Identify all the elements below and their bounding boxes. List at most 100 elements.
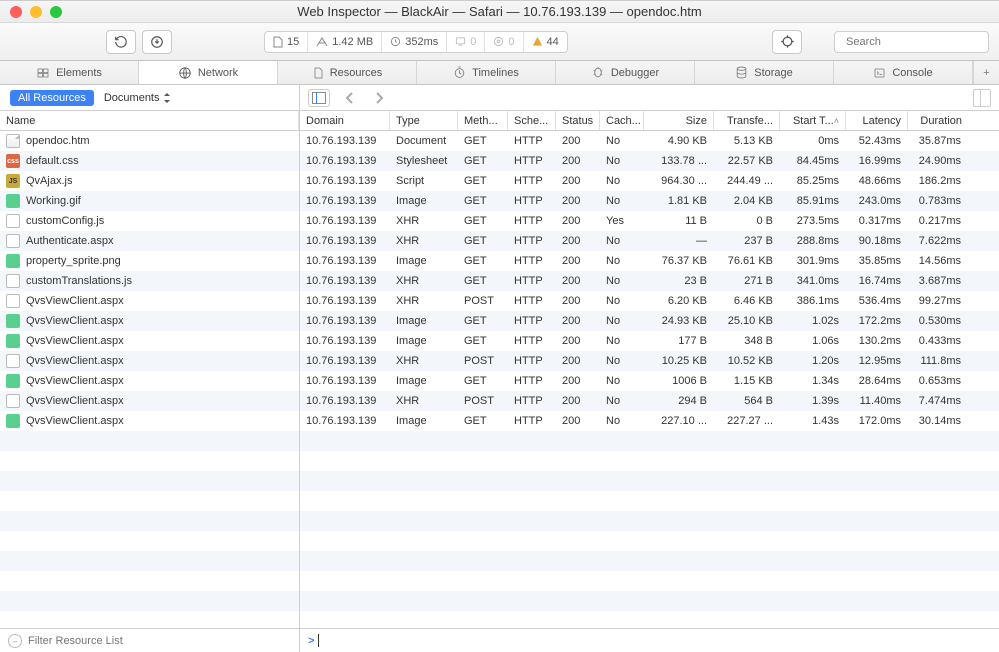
file-icon xyxy=(6,374,20,388)
file-name: default.css xyxy=(26,155,79,167)
col-start[interactable]: Start T... xyxy=(780,111,846,130)
table-row[interactable]: 10.76.193.139ImageGETHTTP200No227.10 ...… xyxy=(300,411,999,431)
file-icon xyxy=(6,354,20,368)
table-row[interactable]: 10.76.193.139XHRGETHTTP200No23 B271 B341… xyxy=(300,271,999,291)
table-row[interactable] xyxy=(300,531,999,551)
col-scheme[interactable]: Sche... xyxy=(508,111,556,130)
table-row[interactable]: QvsViewClient.aspx xyxy=(0,331,299,351)
table-row[interactable]: customConfig.js xyxy=(0,211,299,231)
table-row[interactable]: 10.76.193.139ImageGETHTTP200No177 B348 B… xyxy=(300,331,999,351)
filter-input[interactable] xyxy=(28,635,291,647)
network-table: Name opendoc.htmcssdefault.cssJSQvAjax.j… xyxy=(0,111,999,628)
download-button[interactable] xyxy=(142,30,172,54)
table-row[interactable]: Authenticate.aspx xyxy=(0,231,299,251)
file-icon xyxy=(6,294,20,308)
file-icon xyxy=(6,274,20,288)
warnings[interactable]: 44 xyxy=(524,32,567,52)
file-icon xyxy=(6,394,20,408)
table-row[interactable]: QvsViewClient.aspx xyxy=(0,351,299,371)
col-domain[interactable]: Domain xyxy=(300,111,390,130)
tab-debugger[interactable]: Debugger xyxy=(556,61,695,84)
col-cached[interactable]: Cach... xyxy=(600,111,644,130)
table-row[interactable] xyxy=(0,431,299,451)
tab-elements[interactable]: Elements xyxy=(0,61,139,84)
tab-console[interactable]: Console xyxy=(834,61,973,84)
col-method[interactable]: Meth... xyxy=(458,111,508,130)
filter-select-documents[interactable]: Documents xyxy=(104,92,171,104)
console-prompt[interactable]: > xyxy=(300,629,999,652)
zoom-window-button[interactable] xyxy=(50,6,62,18)
table-row[interactable]: QvsViewClient.aspx xyxy=(0,411,299,431)
target-button[interactable] xyxy=(772,30,802,54)
search-field[interactable] xyxy=(834,31,989,53)
table-row[interactable] xyxy=(300,551,999,571)
nav-back-button[interactable] xyxy=(338,89,360,107)
col-name[interactable]: Name xyxy=(0,111,299,130)
table-row[interactable]: opendoc.htm xyxy=(0,131,299,151)
table-row[interactable]: 10.76.193.139XHRGETHTTP200Yes11 B0 B273.… xyxy=(300,211,999,231)
col-duration[interactable]: Duration xyxy=(908,111,968,130)
file-name: QvsViewClient.aspx xyxy=(26,315,124,327)
table-row[interactable]: JSQvAjax.js xyxy=(0,171,299,191)
toggle-details-button[interactable] xyxy=(973,89,991,107)
table-row[interactable]: 10.76.193.139XHRGETHTTP200No—237 B288.8m… xyxy=(300,231,999,251)
col-status[interactable]: Status xyxy=(556,111,600,130)
table-row[interactable] xyxy=(0,511,299,531)
table-row[interactable]: 10.76.193.139ScriptGETHTTP200No964.30 ..… xyxy=(300,171,999,191)
new-tab-button[interactable]: + xyxy=(973,61,999,84)
table-row[interactable] xyxy=(0,571,299,591)
table-row[interactable]: Working.gif xyxy=(0,191,299,211)
table-row[interactable]: 10.76.193.139StylesheetGETHTTP200No133.7… xyxy=(300,151,999,171)
tab-network[interactable]: Network xyxy=(139,61,278,84)
reload-button[interactable] xyxy=(106,30,136,54)
table-row[interactable]: 10.76.193.139XHRPOSTHTTP200No294 B564 B1… xyxy=(300,391,999,411)
file-name: QvAjax.js xyxy=(26,175,72,187)
table-row[interactable] xyxy=(300,511,999,531)
filter-chip-all[interactable]: All Resources xyxy=(10,90,94,106)
file-name: Authenticate.aspx xyxy=(26,235,113,247)
close-window-button[interactable] xyxy=(10,6,22,18)
table-row[interactable]: QvsViewClient.aspx xyxy=(0,391,299,411)
toggle-sidebar-button[interactable] xyxy=(308,89,330,107)
table-row[interactable]: QvsViewClient.aspx xyxy=(0,311,299,331)
table-row[interactable]: 10.76.193.139XHRPOSTHTTP200No10.25 KB10.… xyxy=(300,351,999,371)
table-row[interactable]: 10.76.193.139ImageGETHTTP200No1006 B1.15… xyxy=(300,371,999,391)
search-input[interactable] xyxy=(846,36,988,48)
nav-forward-button[interactable] xyxy=(368,89,390,107)
table-row[interactable] xyxy=(0,451,299,471)
table-row[interactable] xyxy=(300,471,999,491)
table-row[interactable]: 10.76.193.139ImageGETHTTP200No1.81 KB2.0… xyxy=(300,191,999,211)
table-row[interactable]: 10.76.193.139ImageGETHTTP200No76.37 KB76… xyxy=(300,251,999,271)
table-row[interactable] xyxy=(0,531,299,551)
file-name: property_sprite.png xyxy=(26,255,121,267)
table-row[interactable] xyxy=(0,611,299,628)
table-row[interactable]: property_sprite.png xyxy=(0,251,299,271)
table-row[interactable]: QvsViewClient.aspx xyxy=(0,291,299,311)
table-row[interactable]: cssdefault.css xyxy=(0,151,299,171)
table-row[interactable] xyxy=(300,431,999,451)
tab-resources[interactable]: Resources xyxy=(278,61,417,84)
col-latency[interactable]: Latency xyxy=(846,111,908,130)
col-size[interactable]: Size xyxy=(644,111,714,130)
table-row[interactable] xyxy=(0,551,299,571)
table-row[interactable]: QvsViewClient.aspx xyxy=(0,371,299,391)
col-transferred[interactable]: Transfe... xyxy=(714,111,780,130)
col-type[interactable]: Type xyxy=(390,111,458,130)
tab-timelines[interactable]: Timelines xyxy=(417,61,556,84)
table-row[interactable] xyxy=(300,611,999,628)
minimize-window-button[interactable] xyxy=(30,6,42,18)
tab-storage[interactable]: Storage xyxy=(695,61,834,84)
table-row[interactable] xyxy=(0,591,299,611)
table-row[interactable] xyxy=(0,471,299,491)
table-row[interactable] xyxy=(300,571,999,591)
table-row[interactable] xyxy=(300,591,999,611)
file-icon xyxy=(6,214,20,228)
table-row[interactable] xyxy=(300,491,999,511)
table-row[interactable] xyxy=(300,451,999,471)
table-row[interactable]: 10.76.193.139DocumentGETHTTP200No4.90 KB… xyxy=(300,131,999,151)
table-row[interactable]: 10.76.193.139ImageGETHTTP200No24.93 KB25… xyxy=(300,311,999,331)
summary-pill: 15 1.42 MB 352ms 0 0 44 xyxy=(264,31,568,53)
table-row[interactable]: customTranslations.js xyxy=(0,271,299,291)
table-row[interactable] xyxy=(0,491,299,511)
table-row[interactable]: 10.76.193.139XHRPOSTHTTP200No6.20 KB6.46… xyxy=(300,291,999,311)
